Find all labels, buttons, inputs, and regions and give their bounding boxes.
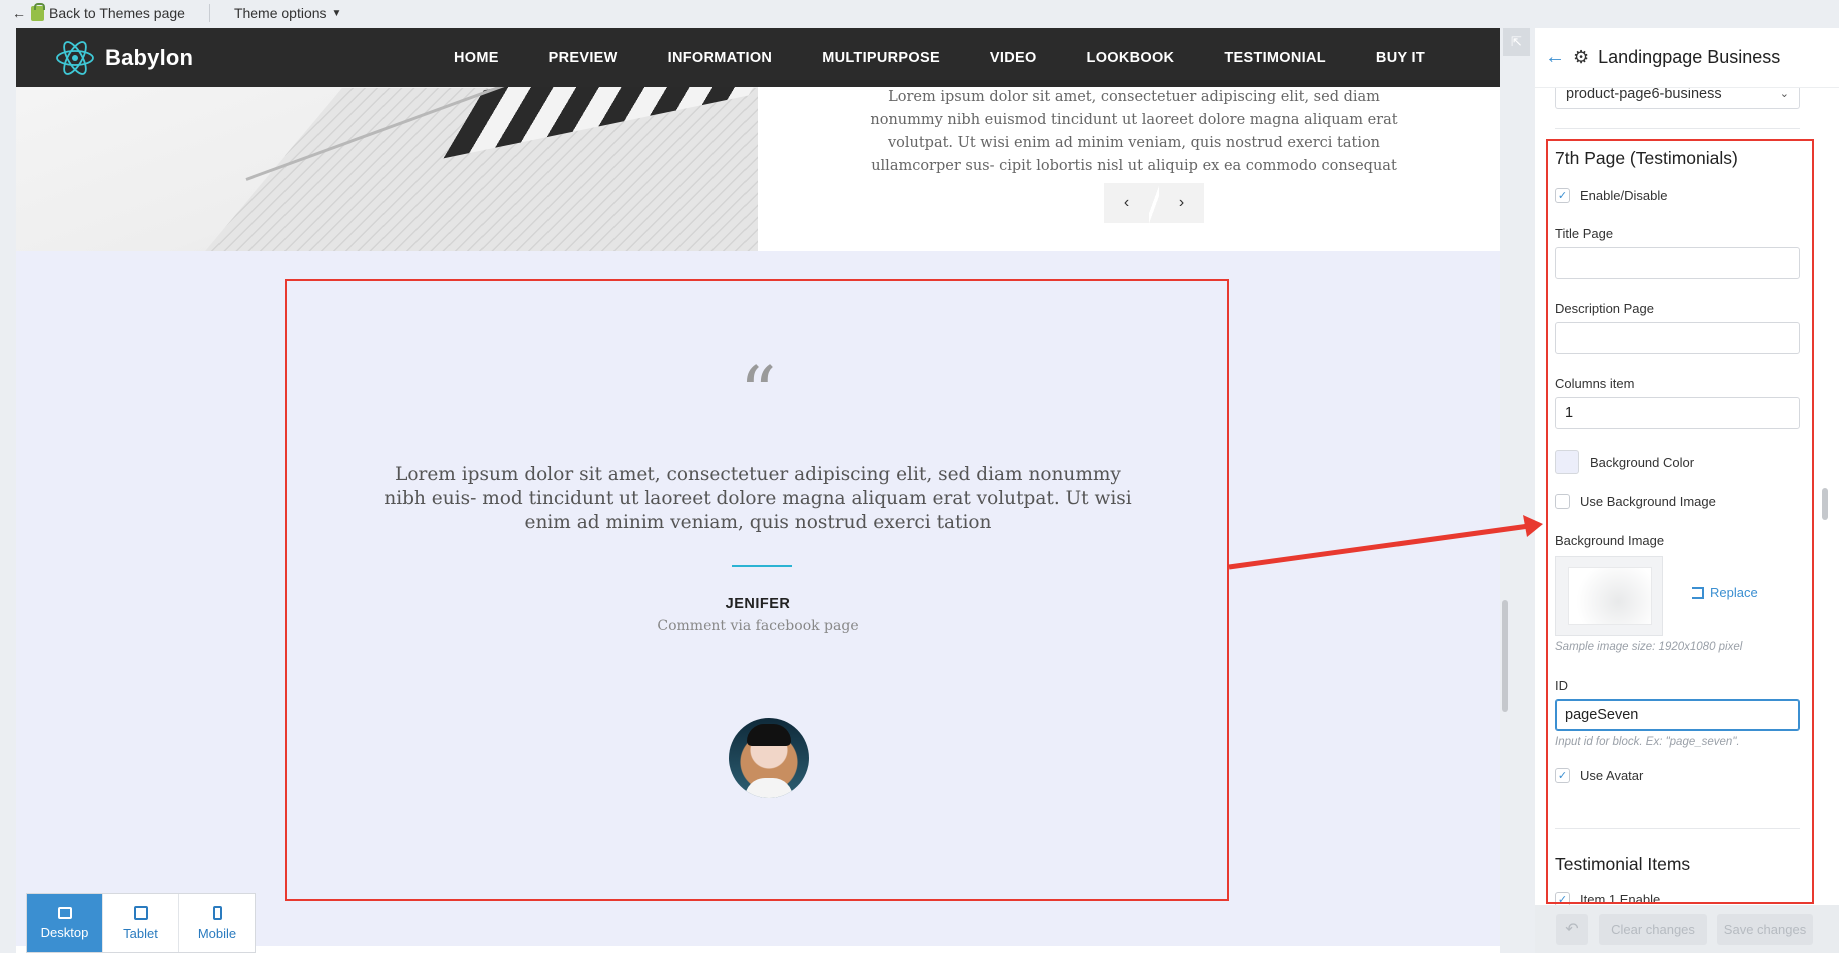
sidebar-title: Landingpage Business <box>1598 47 1781 67</box>
slider-prev-button[interactable]: ‹ <box>1104 183 1149 223</box>
caret-down-icon: ▼ <box>331 7 342 19</box>
sidebar-header: ← ⚙ Landingpage Business <box>1535 28 1839 88</box>
topbar-divider <box>208 4 210 22</box>
top-bar: ← Back to Themes page Theme options ▼ <box>0 0 1839 26</box>
atom-logo-icon <box>54 37 96 79</box>
device-tablet-button[interactable]: Tablet <box>103 894 179 952</box>
annotation-box-testimonial <box>285 279 1229 901</box>
nav-preview[interactable]: PREVIEW <box>524 50 643 66</box>
nav-lookbook[interactable]: LOOKBOOK <box>1062 50 1200 66</box>
clear-changes-button[interactable]: Clear changes <box>1599 913 1707 945</box>
preview-scrollbar[interactable] <box>1502 600 1508 712</box>
nav-home[interactable]: HOME <box>429 50 524 66</box>
chevron-down-icon: ⌄ <box>1779 88 1789 100</box>
sidebar-footer: ↶ Clear changes Save changes <box>1535 905 1839 953</box>
nav-buy-it[interactable]: BUY IT <box>1351 50 1450 66</box>
undo-icon[interactable]: ↶ <box>1556 913 1588 945</box>
shopify-bag-icon <box>31 2 45 21</box>
sidebar-divider <box>1555 128 1800 129</box>
nav-multipurpose[interactable]: MULTIPURPOSE <box>797 50 965 66</box>
expand-icon[interactable]: ⇱ <box>1503 28 1530 56</box>
mobile-icon <box>212 905 222 920</box>
device-mobile-label: Mobile <box>197 925 237 941</box>
device-desktop-label: Desktop <box>40 924 89 940</box>
nav-testimonial[interactable]: TESTIMONIAL <box>1199 50 1351 66</box>
nav-video[interactable]: VIDEO <box>965 50 1062 66</box>
site-logo[interactable]: Babylon <box>54 37 193 79</box>
gear-icon: ⚙ <box>1573 47 1590 67</box>
device-desktop-button[interactable]: Desktop <box>27 894 103 952</box>
desktop-icon <box>57 906 72 919</box>
annotation-arrow <box>1228 515 1543 570</box>
site-nav: HOME PREVIEW INFORMATION MULTIPURPOSE VI… <box>429 28 1450 87</box>
site-navbar: Babylon HOME PREVIEW INFORMATION MULTIPU… <box>16 28 1500 87</box>
nav-information[interactable]: INFORMATION <box>643 50 798 66</box>
sidebar-back-icon[interactable]: ← <box>1545 46 1565 69</box>
back-to-themes-link[interactable]: ← Back to Themes page <box>12 2 185 21</box>
theme-options-label: Theme options <box>233 5 327 21</box>
slider-controls: ‹ › <box>1104 183 1204 223</box>
sidebar-scrollbar[interactable] <box>1822 488 1828 520</box>
back-to-themes-label: Back to Themes page <box>49 5 185 21</box>
back-arrow-icon: ← <box>12 5 26 21</box>
annotation-box-settings <box>1546 139 1814 904</box>
theme-options-dropdown[interactable]: Theme options ▼ <box>234 5 342 21</box>
slider-next-button[interactable]: › <box>1159 183 1204 223</box>
device-switcher: Desktop Tablet Mobile <box>26 893 256 953</box>
device-tablet-label: Tablet <box>123 925 158 941</box>
hero-paragraph: Lorem ipsum dolor sit amet, consectetuer… <box>870 89 1398 174</box>
tablet-icon <box>133 905 148 920</box>
brand-name: Babylon <box>105 44 194 70</box>
device-mobile-button[interactable]: Mobile <box>179 894 255 952</box>
save-changes-button[interactable]: Save changes <box>1717 913 1813 945</box>
